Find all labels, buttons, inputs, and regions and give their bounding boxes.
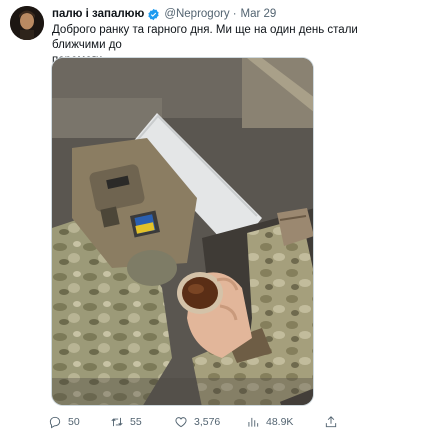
tweet-photo[interactable] (51, 57, 314, 406)
photo-soldier-with-cup (52, 58, 313, 405)
share-icon (325, 416, 337, 428)
separator-dot: · (232, 8, 237, 20)
reply-icon (49, 416, 61, 429)
views-icon (248, 417, 259, 427)
reply-button[interactable]: 50 (48, 413, 80, 431)
retweet-icon (111, 417, 123, 427)
avatar[interactable] (10, 6, 44, 40)
verified-badge-icon (148, 8, 159, 20)
author-name[interactable]: палю і запалюю (52, 8, 144, 20)
tweet-date[interactable]: Mar 29 (241, 8, 277, 20)
views-button[interactable]: 48.9K (246, 413, 293, 431)
views-count: 48.9K (266, 416, 294, 428)
like-count: 3,576 (194, 416, 221, 428)
tweet-actions: 50 55 3,576 48.9K (48, 413, 348, 431)
share-button[interactable] (324, 413, 344, 431)
tweet-card[interactable]: палю і запалюю @Neprogory · Mar 29 Добро… (0, 0, 428, 440)
retweet-button[interactable]: 55 (110, 413, 142, 431)
reply-count: 50 (68, 416, 80, 428)
avatar-image (10, 6, 44, 40)
tweet-header: палю і запалюю @Neprogory · Mar 29 (52, 6, 276, 22)
like-button[interactable]: 3,576 (174, 413, 220, 431)
author-handle[interactable]: @Neprogory (164, 8, 229, 20)
like-icon (175, 417, 187, 428)
tweet-text-line: Доброго ранку та гарного дня. Ми ще на о… (52, 24, 358, 51)
retweet-count: 55 (130, 416, 142, 428)
